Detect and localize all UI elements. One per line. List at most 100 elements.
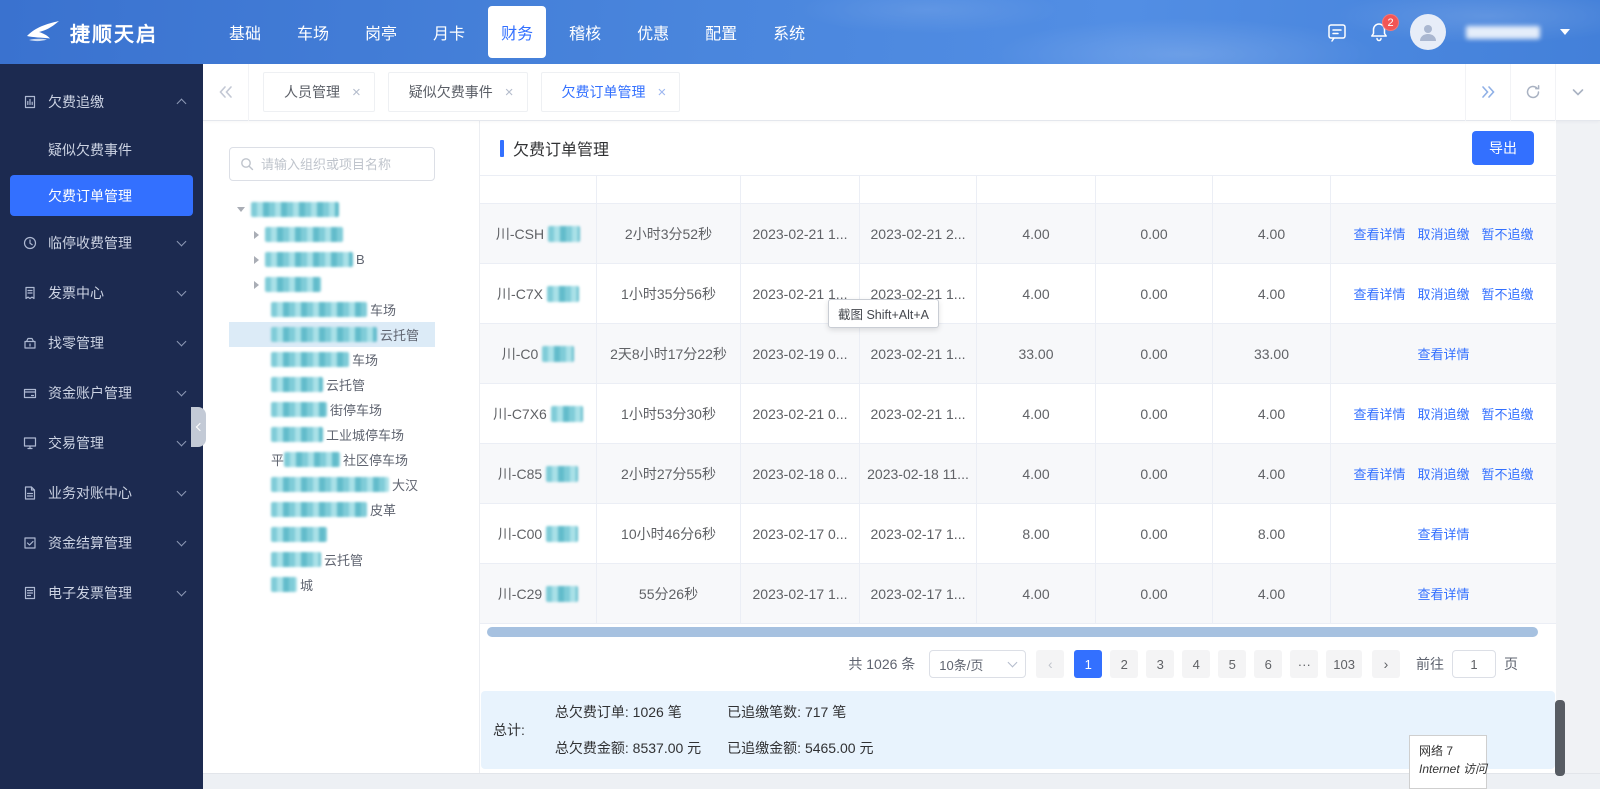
tab-menu-caret-icon[interactable] — [1555, 63, 1600, 121]
view-detail-link[interactable]: 查看详情 — [1353, 404, 1405, 423]
nav-item-8[interactable]: 配置 — [692, 9, 750, 55]
tree-node[interactable]: 云托管 — [229, 547, 435, 572]
tree-node[interactable] — [229, 222, 435, 247]
view-detail-link[interactable]: 查看详情 — [1417, 584, 1469, 603]
user-avatar[interactable] — [1410, 14, 1446, 50]
sidebar-subitem-疑似欠费事件[interactable]: 疑似欠费事件 — [0, 127, 203, 173]
tree-node[interactable] — [229, 522, 435, 547]
goto-page-input[interactable] — [1452, 650, 1496, 678]
cancel-pursue-link[interactable]: 取消追缴 — [1417, 464, 1469, 483]
table-cell: 查看详情 取消追缴 暂不追缴 — [1331, 444, 1556, 503]
tree-node[interactable]: 皮革 — [229, 497, 435, 522]
sidebar-item-资金账户管理[interactable]: 资金账户管理 — [0, 368, 203, 418]
tree-node[interactable]: 街停车场 — [229, 397, 435, 422]
next-page-button[interactable]: › — [1372, 650, 1400, 678]
table-row: 川-CSH 2小时3分52秒 2023-02-21 1... 2023-02-21 2… — [480, 204, 1556, 264]
tree-node-text: 云托管 — [380, 328, 420, 343]
sidebar-item-欠费追缴[interactable]: 欠费追缴 — [0, 77, 203, 127]
tree-node[interactable]: 云托管 — [229, 322, 435, 347]
user-menu-caret-icon[interactable] — [1560, 29, 1570, 35]
page-button-6[interactable]: 6 — [1254, 650, 1283, 678]
tree-caret-icon[interactable] — [254, 280, 259, 289]
prev-page-button[interactable]: ‹ — [1036, 650, 1065, 678]
defer-pursue-link[interactable]: 暂不追缴 — [1482, 404, 1534, 423]
redacted-text — [271, 527, 327, 542]
table-header-cell — [1331, 176, 1556, 203]
cancel-pursue-link[interactable]: 取消追缴 — [1417, 284, 1469, 303]
view-detail-link[interactable]: 查看详情 — [1353, 224, 1405, 243]
chevron-down-icon — [176, 436, 187, 447]
sidebar-item-发票中心[interactable]: 发票中心 — [0, 268, 203, 318]
refresh-icon[interactable] — [1510, 63, 1555, 121]
nav-item-7[interactable]: 优惠 — [624, 9, 682, 55]
page-button-2[interactable]: 2 — [1110, 650, 1139, 678]
tab-欠费订单管理[interactable]: 欠费订单管理 × — [540, 72, 681, 112]
plate-redacted — [546, 525, 579, 542]
table-cell: 0.00 — [1096, 204, 1213, 263]
nav-item-3[interactable]: 岗亭 — [352, 9, 410, 55]
message-icon[interactable] — [1326, 21, 1348, 43]
tab-scroll-right-icon[interactable] — [1465, 63, 1510, 121]
tree-caret-icon[interactable] — [254, 255, 259, 264]
cancel-pursue-link[interactable]: 取消追缴 — [1417, 224, 1469, 243]
view-detail-link[interactable]: 查看详情 — [1417, 524, 1469, 543]
page-size-select[interactable]: 10条/页 — [929, 650, 1027, 678]
tree-node[interactable]: 大汉 — [229, 472, 435, 497]
defer-pursue-link[interactable]: 暂不追缴 — [1482, 224, 1534, 243]
sidebar-item-找零管理[interactable]: 找零管理 — [0, 318, 203, 368]
tree-node[interactable]: 工业城停车场 — [229, 422, 435, 447]
tree-node[interactable]: 城 — [229, 572, 435, 597]
export-button[interactable]: 导出 — [1472, 131, 1534, 165]
horizontal-scrollbar[interactable] — [487, 627, 1538, 637]
view-detail-link[interactable]: 查看详情 — [1353, 464, 1405, 483]
sidebar-item-业务对账中心[interactable]: 业务对账中心 — [0, 468, 203, 518]
page-button-103[interactable]: 103 — [1326, 650, 1362, 678]
cancel-pursue-link[interactable]: 取消追缴 — [1417, 404, 1469, 423]
tree-node[interactable]: 车场 — [229, 297, 435, 322]
pagination-ellipsis[interactable]: ··· — [1290, 650, 1319, 678]
defer-pursue-link[interactable]: 暂不追缴 — [1482, 464, 1534, 483]
view-detail-link[interactable]: 查看详情 — [1417, 344, 1469, 363]
sidebar-item-临停收费管理[interactable]: 临停收费管理 — [0, 218, 203, 268]
table-cell: 4.00 — [977, 564, 1096, 623]
defer-pursue-link[interactable]: 暂不追缴 — [1482, 284, 1534, 303]
tree-caret-icon[interactable] — [237, 207, 245, 212]
plate-number: 川-C7X6 — [493, 405, 547, 422]
tab-人员管理[interactable]: 人员管理 × — [263, 72, 375, 112]
sidebar-item-电子发票管理[interactable]: 电子发票管理 — [0, 568, 203, 618]
tree-caret-icon[interactable] — [254, 230, 259, 239]
tab-疑似欠费事件[interactable]: 疑似欠费事件 × — [387, 72, 528, 112]
table-cell: 4.00 — [1213, 204, 1331, 263]
sidebar-collapse-handle[interactable] — [191, 407, 206, 447]
page-button-1[interactable]: 1 — [1074, 650, 1103, 678]
nav-item-9[interactable]: 系统 — [760, 9, 818, 55]
tree-node[interactable] — [229, 272, 435, 297]
main-panel: 欠费订单管理 导出 川-CSH 2小时3分52秒 2023-02-21 1... 20… — [480, 121, 1556, 789]
nav-item-5[interactable]: 财务 — [488, 6, 547, 58]
notification-bell-icon[interactable]: 2 — [1368, 14, 1399, 43]
page-button-5[interactable]: 5 — [1218, 650, 1247, 678]
nav-item-1[interactable]: 基础 — [216, 9, 274, 55]
nav-item-4[interactable]: 月卡 — [420, 9, 478, 55]
tab-close-icon[interactable]: × — [505, 85, 514, 100]
view-detail-link[interactable]: 查看详情 — [1353, 284, 1405, 303]
nav-item-6[interactable]: 稽核 — [556, 9, 614, 55]
page-button-4[interactable]: 4 — [1182, 650, 1211, 678]
sidebar-subitem-欠费订单管理[interactable]: 欠费订单管理 — [10, 175, 193, 216]
tree-node[interactable] — [229, 197, 435, 222]
tree-node[interactable]: 车场 — [229, 347, 435, 372]
tree-node[interactable]: B — [229, 247, 435, 272]
sidebar-item-交易管理[interactable]: 交易管理 — [0, 418, 203, 468]
table-cell: 查看详情 — [1331, 504, 1556, 563]
tab-close-icon[interactable]: × — [658, 85, 667, 100]
page-button-3[interactable]: 3 — [1146, 650, 1175, 678]
tab-close-icon[interactable]: × — [352, 85, 361, 100]
nav-item-2[interactable]: 车场 — [284, 9, 342, 55]
vertical-scrollbar[interactable] — [1555, 700, 1565, 776]
table-header-cell — [741, 176, 860, 203]
sidebar-item-资金结算管理[interactable]: 资金结算管理 — [0, 518, 203, 568]
tree-node[interactable]: 云托管 — [229, 372, 435, 397]
tab-scroll-left-icon[interactable] — [203, 63, 249, 121]
tree-node[interactable]: 平 社区停车场 — [229, 447, 435, 472]
org-search-input[interactable] — [261, 156, 424, 172]
